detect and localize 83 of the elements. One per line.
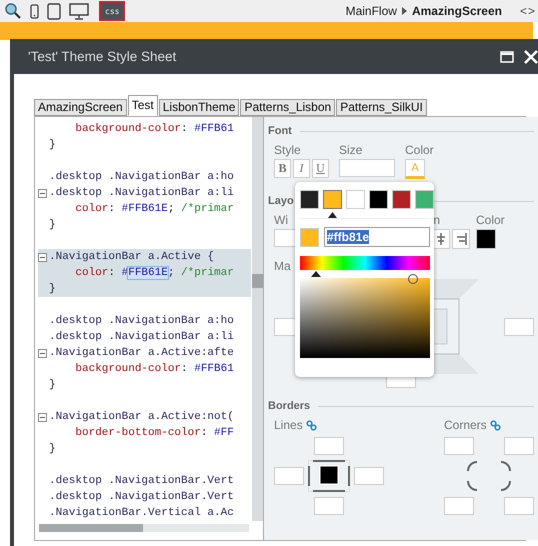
collapse-icon[interactable]	[38, 348, 47, 358]
tab[interactable]: AmazingScreen	[34, 99, 127, 116]
color-swatch[interactable]	[300, 190, 319, 209]
tablet-icon[interactable]	[47, 2, 61, 20]
align-label: n	[433, 213, 440, 227]
corners-label: Corners	[444, 418, 487, 432]
code-line: .desktop .NavigationBar a:ho	[49, 171, 234, 183]
tab[interactable]: Patterns_Lisbon	[240, 99, 336, 116]
collapse-icon[interactable]	[38, 252, 47, 262]
border-field[interactable]	[354, 467, 384, 485]
border-color-swatch[interactable]	[308, 460, 350, 492]
section-heading: Layo	[268, 195, 294, 207]
code-line: .desktop .NavigationBar a:ho	[49, 315, 234, 327]
separator-icon	[402, 7, 407, 15]
margin-label: Ma	[274, 259, 291, 275]
link-icon[interactable]	[490, 420, 501, 430]
collapse-icon[interactable]	[38, 188, 47, 198]
corner-field[interactable]	[444, 437, 474, 455]
code-line: }	[49, 443, 56, 455]
color-label: Color	[405, 143, 434, 157]
breadcrumb-item[interactable]: AmazingScreen	[412, 4, 502, 18]
corner-field[interactable]	[444, 497, 474, 515]
code-line: .NavigationBar.Vertical a.Ac	[49, 507, 234, 519]
code-line: }	[49, 379, 56, 391]
code-line: color: #FFB61E; /*primar	[74, 203, 234, 215]
size-field[interactable]	[339, 159, 395, 177]
border-field[interactable]	[274, 467, 304, 485]
size-label: Size	[339, 143, 362, 157]
font-style-button[interactable]: B	[274, 159, 291, 178]
code-line: .NavigationBar a.Active:afte	[49, 347, 234, 359]
margin-field[interactable]	[504, 318, 534, 336]
monitor-icon[interactable]	[69, 2, 89, 20]
code-line: }	[49, 139, 56, 151]
color-swatch[interactable]	[392, 190, 411, 209]
corners-drawing	[467, 461, 511, 491]
current-color-swatch	[300, 228, 319, 246]
vertical-scrollbar[interactable]	[252, 117, 263, 521]
maximize-icon[interactable]	[500, 50, 514, 62]
code-line: .desktop .NavigationBar a:li	[49, 331, 234, 343]
code-line: .desktop .NavigationBar a:li	[49, 187, 234, 199]
phone-icon[interactable]	[30, 4, 39, 18]
border-field[interactable]	[314, 437, 344, 455]
style-label: Style	[274, 143, 301, 157]
code-line: .desktop .NavigationBar.Vert	[49, 475, 234, 487]
code-line: }	[49, 219, 56, 231]
horizontal-scrollbar[interactable]	[39, 524, 249, 532]
code-toggle[interactable]: <>	[520, 4, 536, 18]
code-line: border-bottom-color: #FF	[74, 427, 234, 439]
color-swatch[interactable]	[476, 229, 496, 249]
corner-field[interactable]	[504, 437, 534, 455]
code-line: .NavigationBar a.Active {	[49, 251, 214, 263]
section-heading: Font	[268, 125, 292, 137]
color-swatch[interactable]	[346, 190, 365, 209]
link-icon[interactable]	[306, 420, 317, 430]
dialog-title: 'Test' Theme Style Sheet	[28, 49, 178, 64]
hex-field[interactable]: #ffb81e	[324, 227, 430, 247]
font-style-button[interactable]: U	[312, 159, 329, 178]
color-label: Color	[476, 213, 505, 227]
selection-marker-icon	[328, 212, 337, 218]
code-line: background-color: #FFB61	[74, 123, 234, 135]
align-right-icon[interactable]	[452, 229, 470, 249]
collapse-icon[interactable]	[38, 412, 47, 422]
border-field[interactable]	[314, 497, 344, 515]
css-button[interactable]: css	[101, 3, 124, 19]
close-icon[interactable]	[524, 50, 538, 64]
lines-label: Lines	[274, 418, 303, 432]
section-heading: Borders	[268, 400, 310, 412]
tab[interactable]: Test	[128, 95, 158, 116]
code-line: .NavigationBar a.Active:not(	[49, 411, 234, 423]
width-label: Wi	[274, 213, 288, 227]
tab[interactable]: Patterns_SilkUI	[336, 99, 427, 116]
color-swatch[interactable]	[369, 190, 388, 209]
code-line: .desktop .NavigationBar.Vert	[49, 491, 234, 503]
font-style-button[interactable]: I	[293, 159, 310, 178]
color-swatch[interactable]	[323, 190, 342, 209]
corner-field[interactable]	[504, 497, 534, 515]
breadcrumb-item[interactable]: MainFlow	[346, 4, 397, 18]
code-line: background-color: #FFB61	[74, 363, 234, 375]
code-line: }	[49, 283, 56, 295]
search-icon[interactable]	[4, 2, 22, 20]
code-line: color: #FFB61E; /*primar	[74, 267, 234, 279]
color-swatch[interactable]	[415, 190, 434, 209]
tab[interactable]: LisbonTheme	[158, 99, 240, 116]
